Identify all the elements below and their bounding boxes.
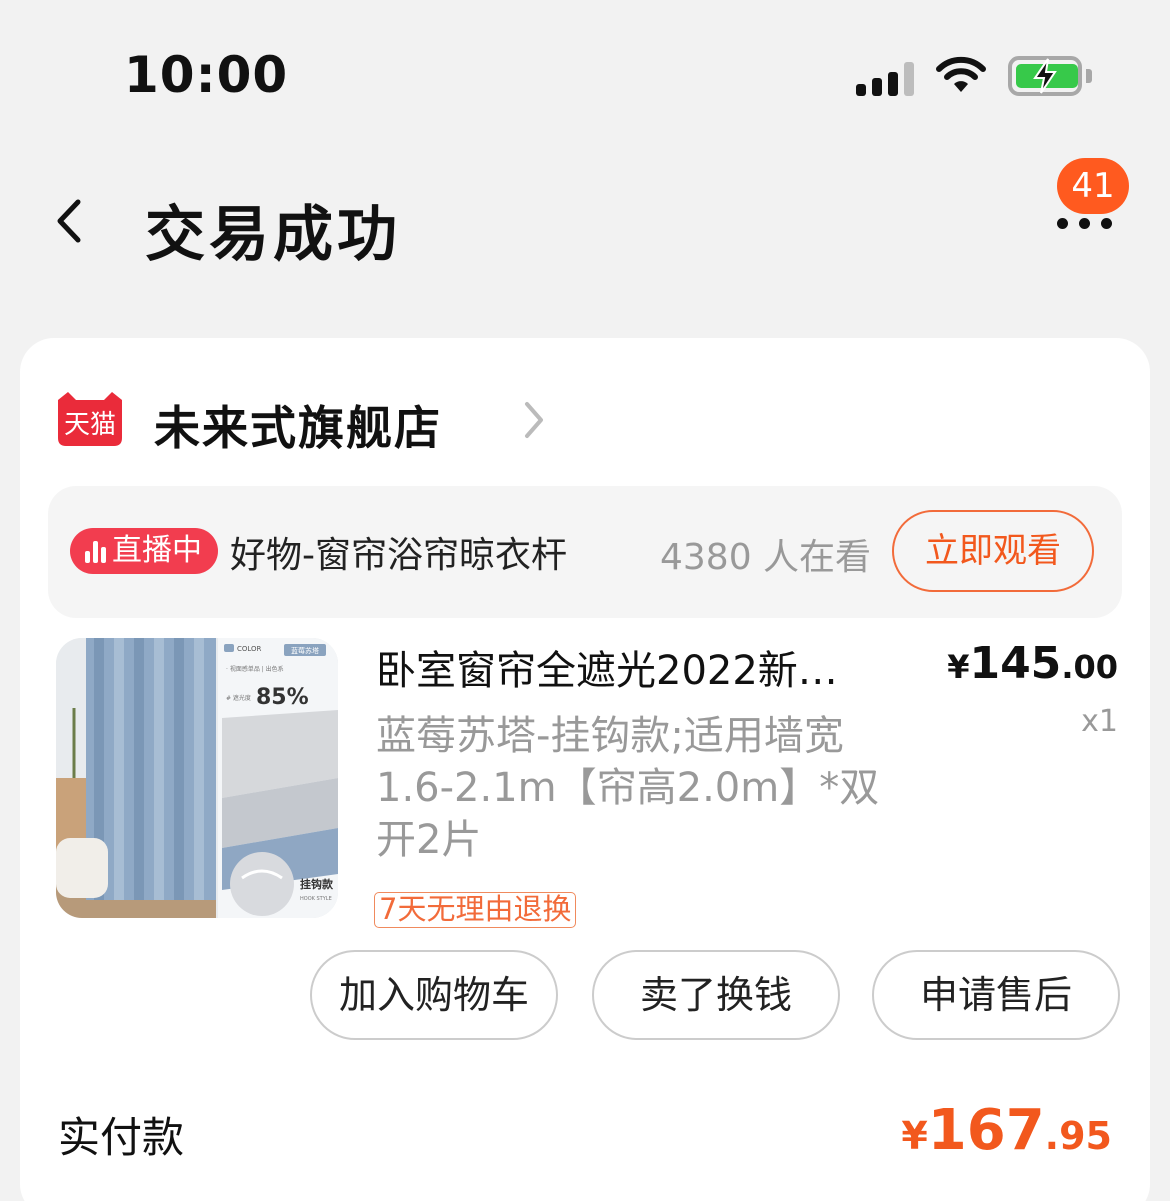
battery-charging-icon: [1008, 56, 1092, 96]
product-price: ¥145.00: [947, 638, 1118, 689]
return-policy-badge: 7天无理由退换: [374, 892, 577, 928]
live-viewer-count: 4380 人在看: [660, 537, 872, 578]
wifi-icon: [936, 56, 986, 92]
status-bar: 10:00: [0, 0, 1170, 150]
store-name: 未来式旗舰店: [154, 401, 442, 455]
resell-button[interactable]: 卖了换钱: [592, 950, 840, 1040]
paid-amount: ¥167.95: [901, 1098, 1112, 1163]
chevron-right-icon: [525, 402, 543, 438]
back-button[interactable]: [48, 196, 92, 246]
cellular-signal-icon: [856, 58, 914, 96]
paid-currency: ¥: [901, 1114, 928, 1158]
order-card: 天猫 未来式旗舰店 直播中 好物-窗帘浴帘晾衣杆 4380 人在看 立即观看 C…: [20, 338, 1150, 1201]
image-hook-sub: HOOK STYLE: [300, 896, 332, 902]
tmall-logo-text: 天猫: [64, 410, 116, 440]
page-title: 交易成功: [145, 200, 401, 270]
more-dot-icon: [1079, 218, 1090, 229]
live-bars-icon: [84, 539, 108, 563]
image-shade-label: # 遮光度: [226, 694, 251, 702]
price-integer: 145: [969, 638, 1062, 689]
product-title[interactable]: 卧室窗帘全遮光2022新…: [376, 638, 900, 696]
live-stream-banner[interactable]: 直播中 好物-窗帘浴帘晾衣杆 4380 人在看 立即观看: [48, 486, 1122, 618]
live-title: 好物-窗帘浴帘晾衣杆: [230, 535, 567, 576]
price-currency: ¥: [947, 648, 970, 686]
price-decimal: .00: [1061, 648, 1118, 686]
image-hook-label: 挂钩款: [300, 877, 334, 891]
paid-amount-label: 实付款: [58, 1113, 185, 1162]
tmall-logo-icon: 天猫: [58, 392, 122, 446]
image-color-text: COLOR: [237, 645, 262, 653]
watch-now-button[interactable]: 立即观看: [892, 510, 1094, 592]
after-sales-button[interactable]: 申请售后: [872, 950, 1120, 1040]
more-dot-icon: [1057, 218, 1068, 229]
image-shade-value: 85%: [256, 685, 309, 710]
paid-integer: 167: [927, 1098, 1045, 1163]
product-image[interactable]: COLOR 蓝莓苏塔 · 视面感单品 | 出色系 # 遮光度 85% 挂钩款 H…: [56, 638, 338, 918]
image-line-text: · 视面感单品 | 出色系: [226, 665, 284, 673]
live-tag-label: 直播中: [112, 533, 202, 568]
live-status-badge: 直播中: [70, 528, 218, 574]
message-count-badge: 41: [1057, 158, 1129, 214]
product-quantity: x1: [1081, 704, 1118, 739]
more-dot-icon: [1101, 218, 1112, 229]
image-tag-text: 蓝莓苏塔: [291, 646, 319, 655]
add-to-cart-button[interactable]: 加入购物车: [310, 950, 558, 1040]
paid-decimal: .95: [1044, 1114, 1112, 1158]
status-time: 10:00: [124, 46, 289, 104]
store-link[interactable]: 天猫 未来式旗舰店: [54, 386, 654, 455]
product-spec: 蓝莓苏塔-挂钩款;适用墙宽1.6-2.1m【帘高2.0m】*双开2片: [376, 713, 880, 863]
